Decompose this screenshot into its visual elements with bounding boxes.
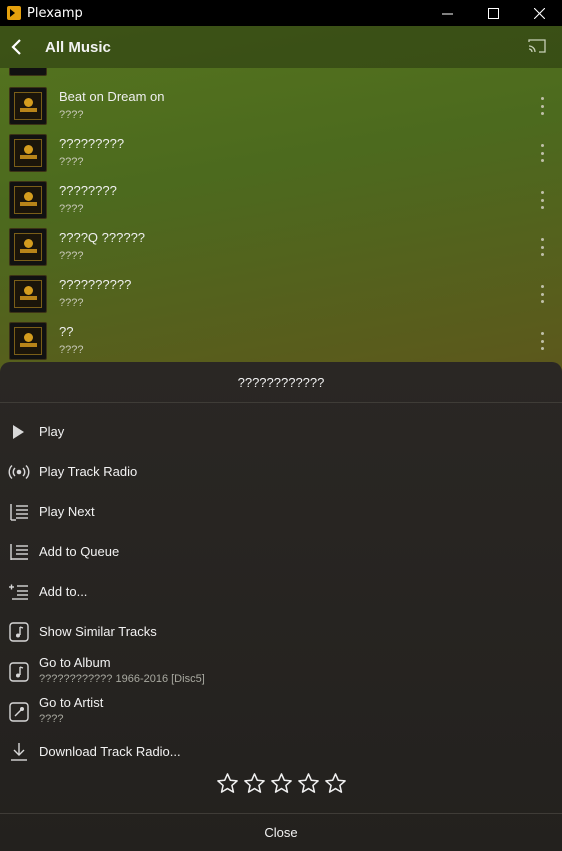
album-art-thumbnail xyxy=(9,68,47,76)
list-item[interactable]: ????????? ???? xyxy=(0,130,562,177)
close-button[interactable]: Close xyxy=(0,813,562,851)
track-title: ????????? xyxy=(59,136,125,151)
menu-item-label: Add to... xyxy=(39,584,88,599)
album-icon xyxy=(9,662,29,682)
artist-icon xyxy=(9,702,29,722)
list-item[interactable]: ?????????? ???? xyxy=(0,271,562,318)
album-art-thumbnail xyxy=(9,87,47,125)
track-rating xyxy=(0,772,562,802)
more-options-button[interactable] xyxy=(534,238,550,256)
more-options-button[interactable] xyxy=(534,97,550,115)
minimize-icon xyxy=(441,13,453,14)
track-artist: ???? xyxy=(59,109,84,121)
page-title: All Music xyxy=(45,38,111,56)
track-list: ???? Beat on Dream on ???? ????????? ???… xyxy=(0,68,562,364)
more-options-button[interactable] xyxy=(534,332,550,350)
star-icon[interactable] xyxy=(270,772,293,795)
download-icon xyxy=(11,743,27,761)
maximize-button[interactable] xyxy=(470,0,516,26)
back-button[interactable] xyxy=(0,26,32,68)
cast-button[interactable] xyxy=(528,38,548,56)
library-header: All Music xyxy=(0,26,562,68)
add-to-icon xyxy=(9,584,28,600)
more-options-button[interactable] xyxy=(534,285,550,303)
menu-item-label: Add to Queue xyxy=(39,544,120,559)
menu-item-label: Go to Album xyxy=(39,655,111,670)
track-title: Beat on Dream on xyxy=(59,89,165,104)
album-art-thumbnail xyxy=(9,181,47,219)
track-artist: ???? xyxy=(59,203,84,215)
star-icon[interactable] xyxy=(297,772,320,795)
menu-item-go-to-artist[interactable]: Go to Artist ???? xyxy=(0,692,562,732)
add-to-queue-icon xyxy=(10,544,28,560)
chevron-left-icon xyxy=(11,39,21,55)
track-artist: ???? xyxy=(59,297,84,309)
album-art-thumbnail xyxy=(9,228,47,266)
track-actions-sheet: ???????????? Play Play Track Radio Play … xyxy=(0,362,562,851)
menu-item-label: Play Track Radio xyxy=(39,464,138,479)
star-icon[interactable] xyxy=(216,772,239,795)
track-title: ?????????? xyxy=(59,277,132,292)
list-item[interactable]: ?? ???? xyxy=(0,318,562,364)
list-item[interactable]: Beat on Dream on ???? xyxy=(0,83,562,130)
menu-item-label: Play xyxy=(39,424,65,439)
menu-item-label: Show Similar Tracks xyxy=(39,624,157,639)
star-icon[interactable] xyxy=(243,772,266,795)
play-next-icon xyxy=(10,504,28,521)
album-art-thumbnail xyxy=(9,134,47,172)
menu-item-add-to-queue[interactable]: Add to Queue xyxy=(0,532,562,572)
window-titlebar: Plexamp xyxy=(0,0,562,26)
list-item[interactable]: ???? xyxy=(0,68,562,78)
close-window-button[interactable] xyxy=(516,0,562,26)
window-controls xyxy=(424,0,562,26)
menu-item-add-to[interactable]: Add to... xyxy=(0,572,562,612)
window-title: Plexamp xyxy=(27,5,83,21)
track-title: ???????? xyxy=(59,183,117,198)
menu-item-play-track-radio[interactable]: Play Track Radio xyxy=(0,452,562,492)
menu-item-label: Download Track Radio... xyxy=(39,744,181,759)
album-name: ???????????? 1966-2016 [Disc5] xyxy=(39,673,205,685)
plexamp-logo-icon xyxy=(7,6,21,20)
maximize-icon xyxy=(487,7,499,19)
track-title: ?? xyxy=(59,324,74,339)
menu-item-play[interactable]: Play xyxy=(0,412,562,452)
menu-item-show-similar-tracks[interactable]: Show Similar Tracks xyxy=(0,612,562,652)
menu-item-download-track-radio[interactable]: Download Track Radio... xyxy=(0,732,562,772)
track-artist: ???? xyxy=(59,344,84,356)
list-item[interactable]: ???????? ???? xyxy=(0,177,562,224)
menu-item-play-next[interactable]: Play Next xyxy=(0,492,562,532)
track-artist: ???? xyxy=(59,250,84,262)
more-options-button[interactable] xyxy=(534,191,550,209)
track-artist: ???? xyxy=(59,156,84,168)
sheet-title: ???????????? xyxy=(0,362,562,403)
play-icon xyxy=(13,425,24,439)
music-note-icon xyxy=(9,622,29,642)
star-icon[interactable] xyxy=(324,772,347,795)
artist-name: ???? xyxy=(39,713,64,725)
track-title: ????Q ?????? xyxy=(59,230,146,245)
more-options-button[interactable] xyxy=(534,144,550,162)
menu-item-label: Go to Artist xyxy=(39,695,104,710)
album-art-thumbnail xyxy=(9,322,47,360)
radio-icon xyxy=(8,464,30,480)
close-icon xyxy=(533,7,545,19)
minimize-button[interactable] xyxy=(424,0,470,26)
album-art-thumbnail xyxy=(9,275,47,313)
menu-item-go-to-album[interactable]: Go to Album ???????????? 1966-2016 [Disc… xyxy=(0,652,562,692)
cast-icon xyxy=(528,39,546,53)
list-item[interactable]: ????Q ?????? ???? xyxy=(0,224,562,271)
menu-item-label: Play Next xyxy=(39,504,95,519)
